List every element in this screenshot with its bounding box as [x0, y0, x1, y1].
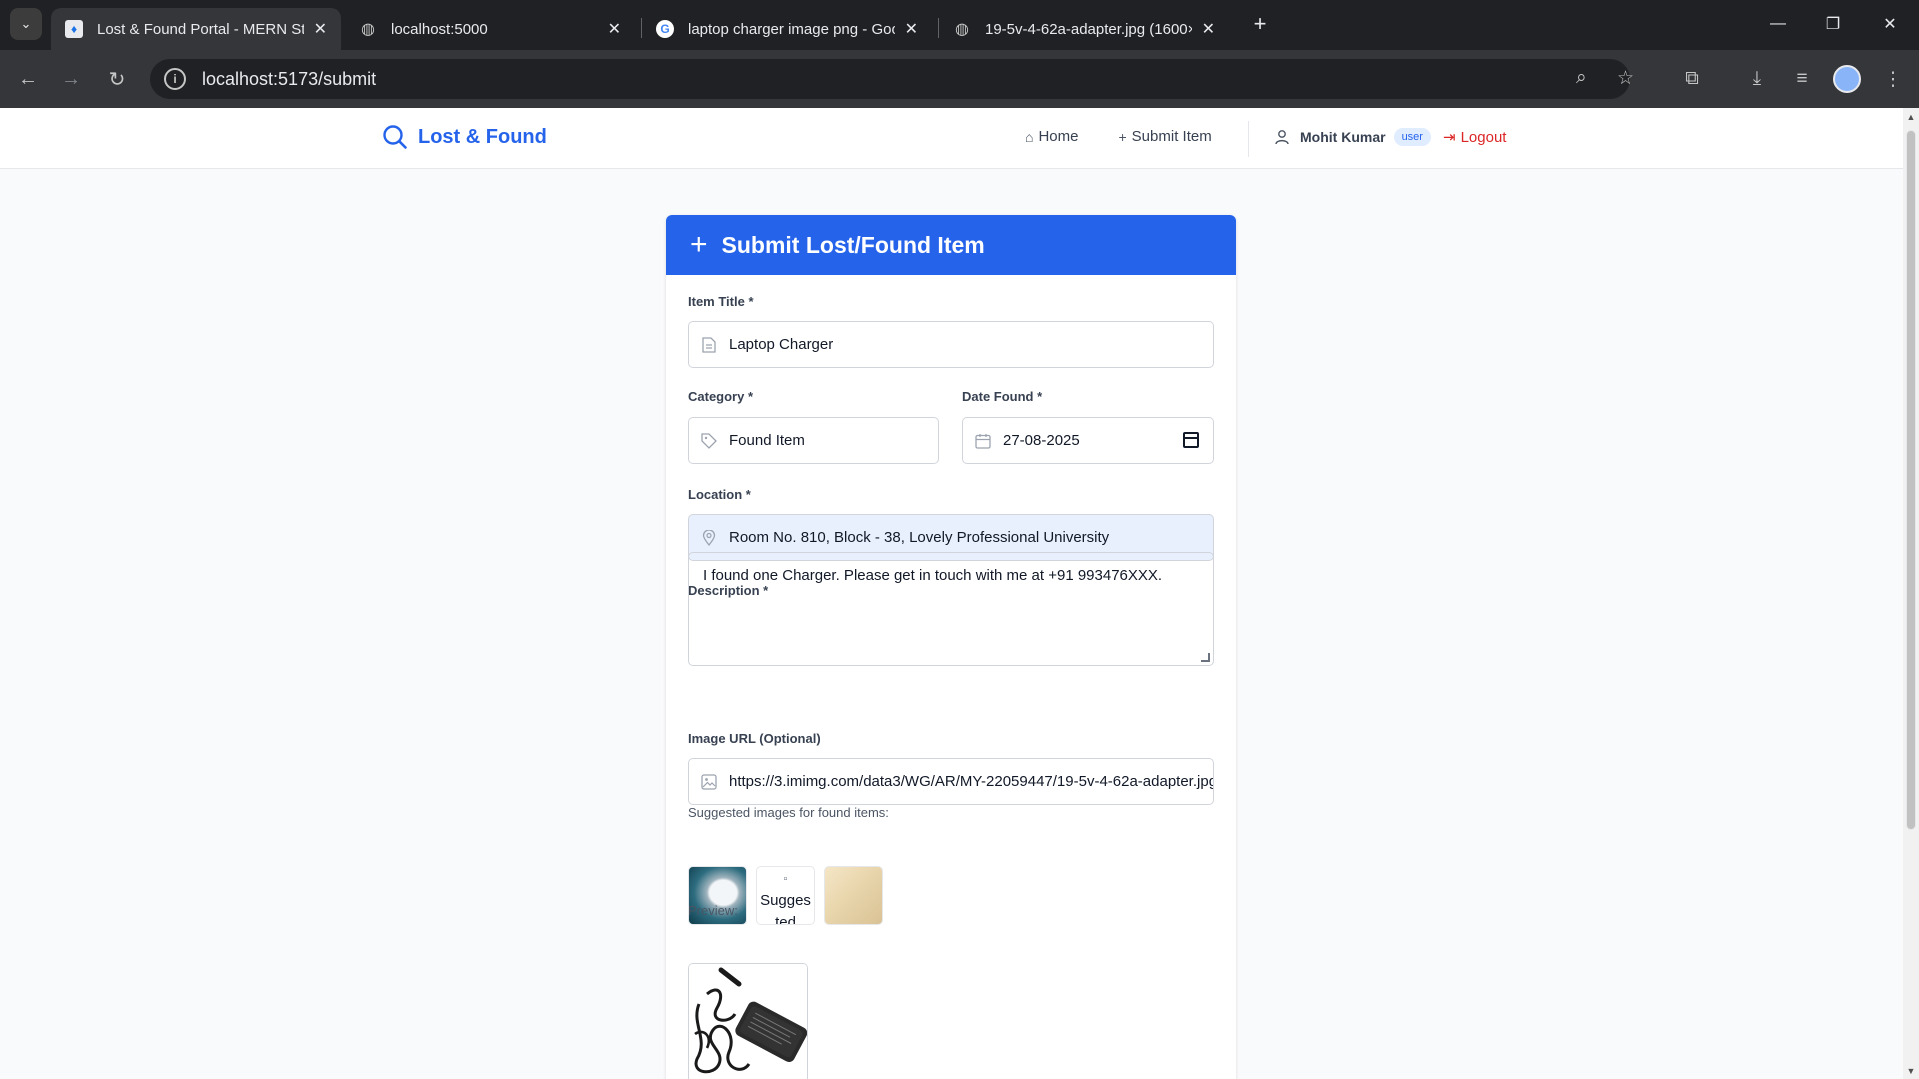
- tab-title: Lost & Found Portal - MERN Sta: [97, 20, 304, 38]
- tab-adapter-image[interactable]: ◍ 19-5v-4-62a-adapter.jpg (1600× ✕: [939, 8, 1229, 50]
- submit-item-card: + Submit Lost/Found Item Item Title * La…: [666, 215, 1236, 1079]
- date-found-value: 27-08-2025: [1003, 432, 1080, 449]
- minimize-icon[interactable]: —: [1756, 6, 1800, 42]
- suggested-image-3[interactable]: [824, 866, 883, 925]
- document-icon: [701, 336, 717, 353]
- suggested-images-label: Suggested images for found items:: [688, 805, 889, 820]
- plus-icon: +: [1118, 128, 1127, 145]
- nav-divider: [1248, 121, 1249, 157]
- card-header: + Submit Lost/Found Item: [666, 215, 1236, 275]
- close-tab-icon[interactable]: ✕: [608, 19, 621, 39]
- tab-google-search[interactable]: G laptop charger image png - Goo ✕: [642, 8, 932, 50]
- map-pin-icon: [701, 529, 717, 546]
- logout-button[interactable]: ⇥ Logout: [1443, 128, 1507, 147]
- close-tab-icon[interactable]: ✕: [314, 19, 327, 39]
- item-title-label: Item Title *: [688, 294, 754, 309]
- description-value: I found one Charger. Please get in touch…: [703, 567, 1163, 584]
- nav-home-label: Home: [1038, 128, 1079, 145]
- scrollbar-thumb[interactable]: [1906, 130, 1916, 830]
- item-title-value: Laptop Charger: [729, 336, 834, 353]
- reload-icon[interactable]: ↻: [102, 64, 132, 94]
- user-role-badge: user: [1393, 128, 1431, 146]
- globe-icon: ◍: [955, 21, 969, 38]
- brand-logo[interactable]: Lost & Found: [382, 124, 547, 150]
- date-found-label: Date Found *: [962, 389, 1043, 404]
- user-icon: [1275, 130, 1289, 145]
- image-url-value: https://3.imimg.com/data3/WG/AR/MY-22059…: [729, 773, 1214, 790]
- image-preview: [688, 963, 808, 1079]
- image-url-input[interactable]: https://3.imimg.com/data3/WG/AR/MY-22059…: [688, 758, 1214, 805]
- plus-icon: +: [690, 228, 708, 261]
- scroll-up-icon[interactable]: ▲: [1906, 112, 1916, 122]
- scroll-down-icon[interactable]: ▼: [1906, 1066, 1916, 1076]
- search-icon: [383, 125, 407, 149]
- image-icon: [701, 773, 717, 790]
- nav-submit-label: Submit Item: [1131, 128, 1212, 145]
- card-title: Submit Lost/Found Item: [721, 231, 985, 258]
- date-picker-icon[interactable]: [1183, 432, 1199, 448]
- site-favicon-icon: ♦: [65, 20, 83, 38]
- location-label: Location *: [688, 487, 751, 502]
- description-textarea[interactable]: I found one Charger. Please get in touch…: [688, 552, 1214, 666]
- address-bar[interactable]: i localhost:5173/submit ⌕ ☆: [150, 59, 1634, 99]
- logout-label: Logout: [1460, 128, 1507, 146]
- zoom-icon[interactable]: ⌕: [1576, 67, 1587, 89]
- forward-icon[interactable]: →: [56, 64, 86, 94]
- tab-title: laptop charger image png - Goo: [688, 20, 895, 38]
- back-icon[interactable]: ←: [13, 64, 43, 94]
- item-title-input[interactable]: Laptop Charger: [688, 321, 1214, 368]
- logout-icon: ⇥: [1443, 129, 1456, 146]
- profile-avatar[interactable]: [1833, 65, 1861, 93]
- tab-localhost-5000[interactable]: ◍ localhost:5000 ✕: [345, 8, 635, 50]
- tag-icon: [701, 432, 717, 449]
- main-nav: ⌂ Home + Submit Item: [1025, 128, 1252, 145]
- nav-home-link[interactable]: ⌂ Home: [1025, 128, 1078, 145]
- resize-handle[interactable]: [1201, 653, 1210, 662]
- date-found-input[interactable]: 27-08-2025: [962, 417, 1214, 464]
- google-icon: G: [656, 20, 674, 38]
- restore-icon[interactable]: ❐: [1811, 6, 1855, 42]
- category-value: Found Item: [729, 432, 805, 449]
- category-select[interactable]: Found Item: [688, 417, 939, 464]
- browser-menu-icon[interactable]: ⋮: [1879, 65, 1907, 93]
- page-viewport: Lost & Found ⌂ Home + Submit Item Mohit …: [0, 108, 1903, 1079]
- preview-label: Preview:: [688, 903, 738, 918]
- broken-image-icon: ▫: [783, 873, 788, 885]
- app-header: Lost & Found ⌂ Home + Submit Item Mohit …: [0, 108, 1903, 169]
- nav-submit-item-link[interactable]: + Submit Item: [1118, 128, 1211, 145]
- close-tab-icon[interactable]: ✕: [905, 19, 918, 39]
- calendar-icon: [975, 433, 991, 449]
- laptop-charger-image: [689, 964, 807, 1079]
- tab-search-button[interactable]: ⌄: [10, 8, 42, 40]
- suggested-image-alt-text: Suggested found: [760, 892, 811, 925]
- tab-title: localhost:5000: [391, 20, 488, 38]
- site-info-icon[interactable]: i: [164, 68, 186, 90]
- media-control-icon[interactable]: ≡: [1788, 65, 1816, 93]
- browser-tab-bar: ⌄ ♦ Lost & Found Portal - MERN Sta ✕ ◍ l…: [0, 0, 1919, 50]
- user-info: Mohit Kumar user: [1274, 128, 1431, 146]
- url-text[interactable]: localhost:5173/submit: [202, 69, 376, 90]
- bookmark-star-icon[interactable]: ☆: [1617, 67, 1634, 90]
- category-label: Category *: [688, 389, 754, 404]
- suggested-image-2[interactable]: ▫ Suggested found: [756, 866, 815, 925]
- image-url-label: Image URL (Optional): [688, 731, 821, 746]
- close-tab-icon[interactable]: ✕: [1202, 19, 1215, 39]
- globe-icon: ◍: [361, 21, 375, 38]
- tab-lost-found-portal[interactable]: ♦ Lost & Found Portal - MERN Sta ✕: [51, 8, 341, 50]
- user-name: Mohit Kumar: [1300, 129, 1386, 145]
- brand-name: Lost & Found: [418, 125, 547, 148]
- location-value: Room No. 810, Block - 38, Lovely Profess…: [729, 529, 1110, 546]
- browser-toolbar: ← → ↻ i localhost:5173/submit ⌕ ☆ ⧉ ⤓ ≡ …: [0, 50, 1919, 108]
- extensions-icon[interactable]: ⧉: [1678, 65, 1706, 93]
- page-scrollbar[interactable]: ▲ ▼: [1903, 108, 1919, 1079]
- close-window-icon[interactable]: ✕: [1868, 6, 1912, 42]
- new-tab-button[interactable]: +: [1246, 10, 1274, 38]
- tab-title: 19-5v-4-62a-adapter.jpg (1600×: [985, 20, 1192, 38]
- home-icon: ⌂: [1025, 128, 1034, 145]
- downloads-icon[interactable]: ⤓: [1743, 65, 1771, 93]
